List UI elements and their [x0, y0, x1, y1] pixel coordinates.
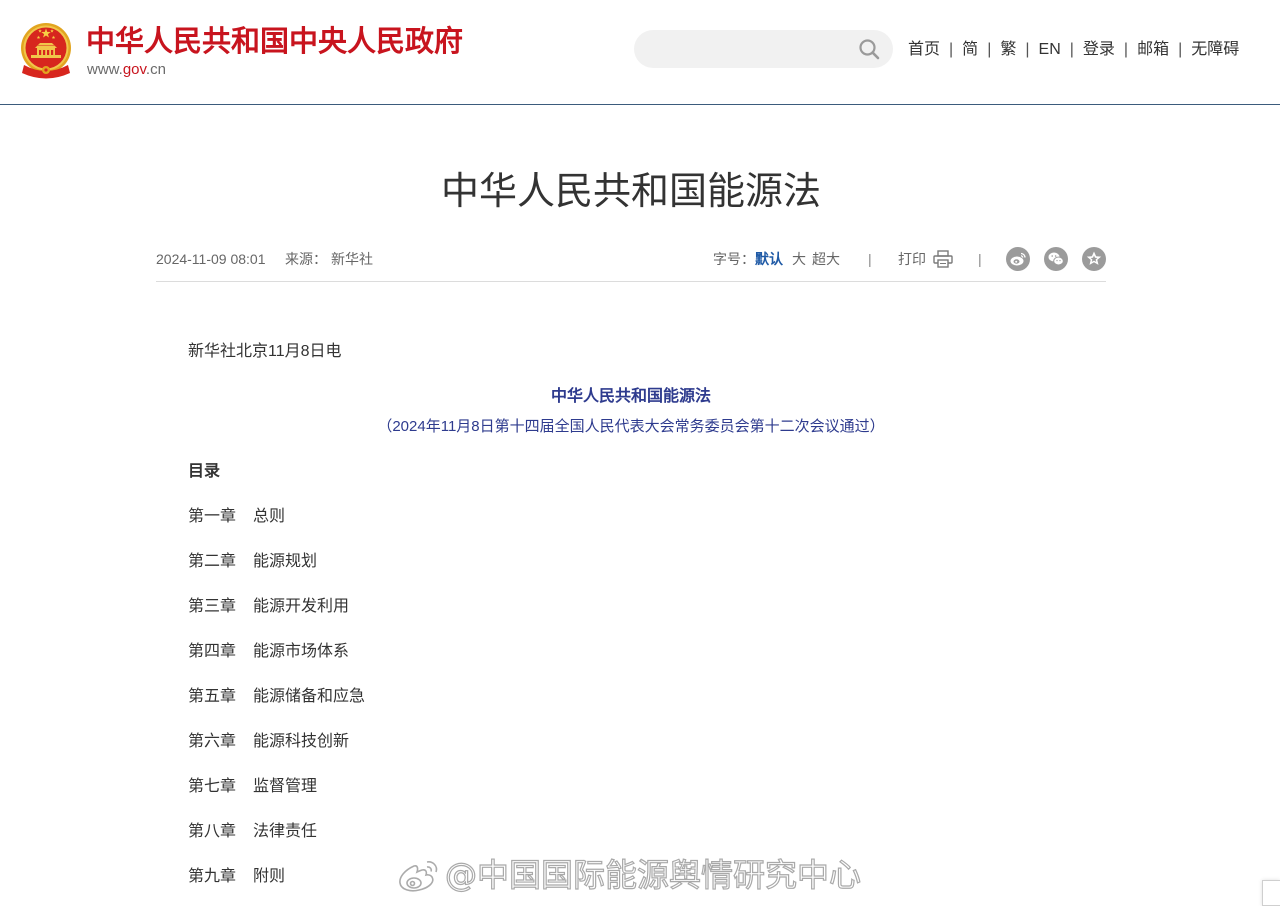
toc-item: 第三章 能源开发利用 [188, 595, 365, 619]
nav-simplified-link[interactable]: 简 [962, 39, 978, 61]
font-size-default-option[interactable]: 默认 [755, 247, 783, 271]
floating-widget[interactable] [1262, 880, 1280, 906]
site-logo-link[interactable]: 中华人民共和国中央人民政府 www.gov.cn [0, 0, 480, 100]
nav-accessibility-link[interactable]: 无障碍 [1191, 39, 1239, 61]
chapter-title: 能源市场体系 [253, 643, 350, 660]
article-title: 中华人民共和国能源法 [440, 171, 821, 213]
law-subtitle: （2024年11月8日第十四届全国人民代表大会常务委员会第十二次会议通过） [377, 418, 885, 435]
chapter-number: 第一章 [188, 508, 237, 525]
printer-icon[interactable] [933, 250, 953, 268]
search-button[interactable] [858, 38, 880, 60]
wechat-icon [1044, 247, 1068, 271]
chapter-title: 能源规划 [253, 553, 318, 570]
chapter-number: 第九章 [188, 868, 237, 885]
site-url-suffix: .cn [145, 61, 166, 78]
chapter-number: 第八章 [188, 823, 237, 840]
meta-separator: | [978, 251, 982, 267]
nav-separator: | [949, 41, 954, 58]
nav-separator: | [1178, 41, 1183, 58]
site-url: www.gov.cn [87, 60, 166, 80]
weibo-logo-icon [399, 861, 438, 892]
article-meta: 2024-11-09 08:01 来源： 新华社 字号： 默认 大 超大 | 打… [156, 247, 1106, 271]
publish-datetime: 2024-11-09 08:01 [156, 251, 266, 267]
share-weibo-button[interactable] [1006, 247, 1030, 271]
nav-separator: | [987, 41, 992, 58]
source-label: 来源： [285, 251, 327, 267]
chapter-number: 第七章 [188, 778, 237, 795]
nav-separator: | [1069, 41, 1074, 58]
search-icon [859, 39, 880, 60]
favorite-button[interactable] [1082, 247, 1106, 271]
site-header: 中华人民共和国中央人民政府 www.gov.cn 首页 | 简 | 繁 | EN… [0, 0, 1280, 105]
nav-home-link[interactable]: 首页 [908, 39, 940, 61]
toc-item: 第四章 能源市场体系 [188, 640, 365, 664]
toc-item: 第九章 附则 [188, 865, 365, 889]
meta-divider [156, 281, 1106, 282]
chapter-number: 第六章 [188, 733, 237, 750]
table-of-contents: 第一章 总则 第二章 能源规划 第三章 能源开发利用 第四章 能源市场体系 第五章 能源储… [188, 505, 365, 889]
font-size-large-option[interactable]: 大 [792, 247, 806, 271]
toc-item: 第八章 法律责任 [188, 820, 365, 844]
toc-heading: 目录 [188, 463, 221, 480]
print-button[interactable]: 打印 [898, 247, 926, 271]
nav-english-link[interactable]: EN [1039, 39, 1061, 61]
site-url-prefix: www. [87, 61, 123, 78]
toc-item: 第五章 能源储备和应急 [188, 685, 365, 709]
weibo-icon [1006, 247, 1030, 271]
source-name: 新华社 [331, 251, 373, 267]
search-input[interactable] [634, 30, 854, 68]
top-nav: 首页 | 简 | 繁 | EN | 登录 | 邮箱 | 无障碍 [908, 39, 1239, 61]
site-url-domain: gov [122, 61, 146, 78]
watermark-text: @中国国际能源舆情研究中心 [444, 855, 862, 894]
toc-item: 第七章 监督管理 [188, 775, 365, 799]
toc-item: 第二章 能源规划 [188, 550, 365, 574]
law-title: 中华人民共和国能源法 [550, 388, 711, 405]
meta-separator: | [868, 251, 872, 267]
national-emblem-icon [19, 22, 73, 80]
favorite-icon [1082, 247, 1106, 271]
article-dateline: 新华社北京11月8日电 [188, 343, 342, 360]
chapter-number: 第四章 [188, 643, 237, 660]
watermark: @中国国际能源舆情研究中心 [395, 854, 862, 896]
chapter-number: 第五章 [188, 688, 237, 705]
site-title: 中华人民共和国中央人民政府 [86, 26, 464, 58]
chapter-title: 能源开发利用 [253, 598, 350, 615]
font-size-label: 字号： [713, 251, 755, 267]
nav-mail-link[interactable]: 邮箱 [1137, 39, 1169, 61]
search-box [634, 30, 893, 68]
toc-item: 第六章 能源科技创新 [188, 730, 365, 754]
chapter-number: 第二章 [188, 553, 237, 570]
chapter-title: 监督管理 [253, 778, 318, 795]
nav-traditional-link[interactable]: 繁 [1000, 39, 1016, 61]
chapter-title: 能源科技创新 [253, 733, 350, 750]
chapter-title: 法律责任 [253, 823, 318, 840]
nav-separator: | [1123, 41, 1129, 58]
share-wechat-button[interactable] [1044, 247, 1068, 271]
font-size-xlarge-option[interactable]: 超大 [812, 247, 840, 271]
nav-login-link[interactable]: 登录 [1083, 39, 1115, 61]
toc-item: 第一章 总则 [188, 505, 365, 529]
chapter-title: 附则 [253, 868, 286, 885]
nav-separator: | [1025, 41, 1030, 58]
chapter-title: 能源储备和应急 [253, 688, 366, 705]
chapter-number: 第三章 [188, 598, 237, 615]
chapter-title: 总则 [253, 508, 286, 525]
